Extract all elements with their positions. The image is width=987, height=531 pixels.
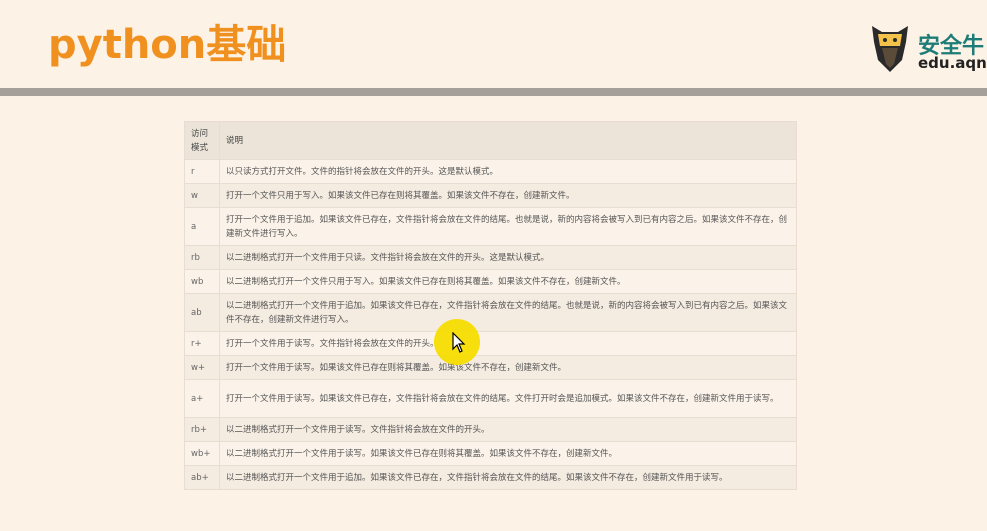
mode-cell: ab+ bbox=[184, 465, 220, 490]
description-cell: 以二进制格式打开一个文件用于读写。如果该文件已存在则将其覆盖。如果该文件不存在，… bbox=[219, 441, 797, 466]
slide-title: python基础 bbox=[48, 22, 287, 68]
description-cell: 以只读方式打开文件。文件的指针将会放在文件的开头。这是默认模式。 bbox=[219, 159, 797, 184]
table-row: w 打开一个文件只用于写入。如果该文件已存在则将其覆盖。如果该文件不存在，创建新… bbox=[184, 183, 797, 208]
mode-cell: a+ bbox=[184, 379, 220, 418]
table-row: r+ 打开一个文件用于读写。文件指针将会放在文件的开头。 bbox=[184, 331, 797, 356]
mode-cell: a bbox=[184, 207, 220, 246]
mode-cell: w bbox=[184, 183, 220, 208]
table-row: rb+ 以二进制格式打开一个文件用于读写。文件指针将会放在文件的开头。 bbox=[184, 417, 797, 442]
mode-cell: r bbox=[184, 159, 220, 184]
description-cell: 打开一个文件用于读写。如果该文件已存在，文件指针将会放在文件的结尾。文件打开时会… bbox=[219, 379, 797, 418]
brand-logo: 安全牛 edu.aqniu bbox=[868, 20, 987, 76]
mode-cell: r+ bbox=[184, 331, 220, 356]
mode-cell: wb+ bbox=[184, 441, 220, 466]
table-row: ab 以二进制格式打开一个文件用于追加。如果该文件已存在，文件指针将会放在文件的… bbox=[184, 293, 797, 332]
column-header-description: 说明 bbox=[219, 121, 797, 160]
mode-cell: w+ bbox=[184, 355, 220, 380]
mode-cell: ab bbox=[184, 293, 220, 332]
description-cell: 打开一个文件用于读写。如果该文件已存在则将其覆盖。如果该文件不存在，创建新文件。 bbox=[219, 355, 797, 380]
description-cell: 以二进制格式打开一个文件只用于写入。如果该文件已存在则将其覆盖。如果该文件不存在… bbox=[219, 269, 797, 294]
description-cell: 打开一个文件用于读写。文件指针将会放在文件的开头。 bbox=[219, 331, 797, 356]
table-row: a 打开一个文件用于追加。如果该文件已存在，文件指针将会放在文件的结尾。也就是说… bbox=[184, 207, 797, 246]
header-divider bbox=[0, 88, 987, 96]
description-cell: 以二进制格式打开一个文件用于只读。文件指针将会放在文件的开头。这是默认模式。 bbox=[219, 245, 797, 270]
description-cell: 以二进制格式打开一个文件用于追加。如果该文件已存在，文件指针将会放在文件的结尾。… bbox=[219, 465, 797, 490]
description-cell: 打开一个文件用于追加。如果该文件已存在，文件指针将会放在文件的结尾。也就是说，新… bbox=[219, 207, 797, 246]
slide-header: python基础 安全牛 edu.aqniu bbox=[0, 0, 987, 88]
table-row: rb 以二进制格式打开一个文件用于只读。文件指针将会放在文件的开头。这是默认模式… bbox=[184, 245, 797, 270]
table-row: wb 以二进制格式打开一个文件只用于写入。如果该文件已存在则将其覆盖。如果该文件… bbox=[184, 269, 797, 294]
logo-en-text: edu.aqniu bbox=[918, 54, 987, 72]
mode-cell: rb+ bbox=[184, 417, 220, 442]
mode-cell: wb bbox=[184, 269, 220, 294]
table-row: a+ 打开一个文件用于读写。如果该文件已存在，文件指针将会放在文件的结尾。文件打… bbox=[184, 379, 797, 418]
description-cell: 打开一个文件只用于写入。如果该文件已存在则将其覆盖。如果该文件不存在，创建新文件… bbox=[219, 183, 797, 208]
column-header-mode: 访问 模式 bbox=[184, 121, 220, 160]
mode-cell: rb bbox=[184, 245, 220, 270]
table-header-row: 访问 模式 说明 bbox=[184, 121, 797, 160]
table-row: wb+ 以二进制格式打开一个文件用于读写。如果该文件已存在则将其覆盖。如果该文件… bbox=[184, 441, 797, 466]
description-cell: 以二进制格式打开一个文件用于读写。文件指针将会放在文件的开头。 bbox=[219, 417, 797, 442]
description-cell: 以二进制格式打开一个文件用于追加。如果该文件已存在，文件指针将会放在文件的结尾。… bbox=[219, 293, 797, 332]
file-mode-table: 访问 模式 说明 r 以只读方式打开文件。文件的指针将会放在文件的开头。这是默认… bbox=[184, 121, 797, 490]
table-row: r 以只读方式打开文件。文件的指针将会放在文件的开头。这是默认模式。 bbox=[184, 159, 797, 184]
mouse-pointer-icon bbox=[452, 332, 466, 353]
table-row: ab+ 以二进制格式打开一个文件用于追加。如果该文件已存在，文件指针将会放在文件… bbox=[184, 465, 797, 490]
bull-shield-icon bbox=[872, 26, 908, 72]
table-row: w+ 打开一个文件用于读写。如果该文件已存在则将其覆盖。如果该文件不存在，创建新… bbox=[184, 355, 797, 380]
